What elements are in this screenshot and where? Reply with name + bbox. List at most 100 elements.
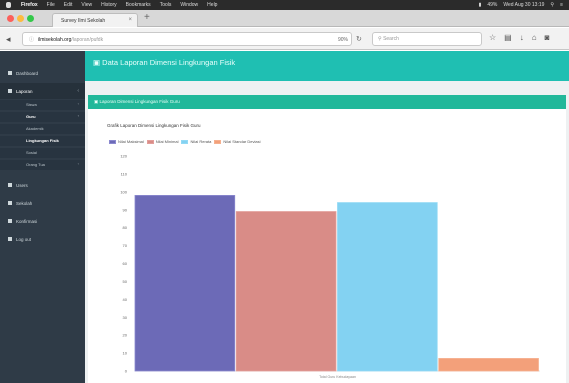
- logout-icon: [8, 237, 12, 241]
- submenu-item-guru[interactable]: Guru ‹: [0, 112, 85, 122]
- maximize-window-button[interactable]: [27, 15, 34, 22]
- y-tick-label: 80: [123, 225, 128, 230]
- home-icon[interactable]: ⌂: [532, 33, 537, 42]
- pocket-icon[interactable]: ◙: [545, 33, 550, 42]
- legend-swatch: [109, 139, 116, 144]
- search-input[interactable]: ⚲ Search: [372, 32, 482, 46]
- y-tick-label: 90: [123, 207, 128, 212]
- sidebar-item-konfirmasi[interactable]: Konfirmasi: [0, 213, 85, 229]
- submenu-item-siswa[interactable]: Siswa ‹: [0, 100, 85, 110]
- panel-header: ▣ Laporan Dimensi Lingkungan Fisik Guru: [88, 95, 566, 109]
- minimize-window-button[interactable]: [17, 15, 24, 22]
- chart-legend: Nilai Maksimal Nilai Minimal Nilai Rerat…: [109, 139, 261, 144]
- url-bar[interactable]: ⓘ ilmisekolah.org/laporan/pufdk: [22, 32, 352, 46]
- legend-label: Nilai Standar Deviasi: [223, 139, 261, 144]
- sidebar-item-logout[interactable]: Log out: [0, 231, 85, 247]
- sidebar-item-label: Users: [16, 183, 28, 188]
- bookmark-star-icon[interactable]: ☆: [489, 33, 496, 42]
- legend-item[interactable]: Nilai Rerata: [181, 139, 211, 144]
- menu-toggle-icon[interactable]: ▣: [93, 58, 102, 67]
- menu-view[interactable]: View: [81, 2, 92, 8]
- chevron-down-icon: ‹: [77, 88, 79, 94]
- sidebar-item-label: Dashboard: [16, 71, 39, 76]
- legend-label: Nilai Minimal: [155, 139, 179, 144]
- menu-list-icon[interactable]: ≡: [560, 2, 563, 8]
- browser-tab[interactable]: Survey Ilmi Sekolah ×: [52, 13, 138, 27]
- submenu-item-orang-tua[interactable]: Orang Tua ‹: [0, 160, 85, 170]
- url-host: ilmisekolah.org: [38, 37, 72, 43]
- page-title: ▣ Data Laporan Dimensi Lingkungan Fisik: [93, 58, 235, 67]
- menu-edit[interactable]: Edit: [64, 2, 73, 8]
- download-icon[interactable]: ↓: [520, 33, 524, 42]
- submenu-item-akademik[interactable]: Akademik: [0, 124, 85, 134]
- reading-list-icon[interactable]: ▤: [504, 33, 512, 42]
- y-tick-label: 0: [125, 369, 128, 374]
- submenu-label: Siswa: [26, 102, 37, 107]
- menu-window[interactable]: Window: [180, 2, 198, 8]
- menu-history[interactable]: History: [101, 2, 117, 8]
- new-tab-icon[interactable]: +: [144, 13, 150, 23]
- x-axis-label: Total Guru Kebudayaan: [319, 375, 356, 379]
- sidebar-item-users[interactable]: Users: [0, 177, 85, 193]
- y-tick-label: 70: [123, 243, 128, 248]
- check-icon: [8, 219, 12, 223]
- reload-icon[interactable]: ↻: [356, 35, 362, 43]
- sidebar-item-label: Laporan: [16, 89, 33, 94]
- submenu-label: Orang Tua: [26, 162, 45, 167]
- bar-nilai-standar-deviasi[interactable]: [438, 358, 539, 372]
- dashboard-icon: [8, 71, 12, 75]
- sidebar-item-laporan[interactable]: Laporan ‹: [0, 83, 85, 99]
- y-tick-label: 20: [123, 333, 128, 338]
- sidebar-item-label: Sekolah: [16, 201, 33, 206]
- legend-item[interactable]: Nilai Minimal: [146, 139, 179, 144]
- submenu-item-lingkungan-fisik[interactable]: Lingkungan Fisik: [0, 136, 85, 146]
- legend-swatch: [146, 139, 154, 144]
- url-path: /laporan/pufdk: [71, 37, 104, 43]
- legend-item[interactable]: Nilai Maksimal: [109, 139, 144, 144]
- battery-percent: 49%: [487, 2, 498, 8]
- menu-help[interactable]: Help: [207, 2, 217, 8]
- tab-title: Survey Ilmi Sekolah: [61, 18, 106, 24]
- submenu-label: Akademik: [26, 126, 44, 131]
- y-tick-label: 50: [123, 279, 128, 284]
- users-icon: [8, 183, 12, 187]
- tab-bar: Survey Ilmi Sekolah × +: [0, 10, 569, 27]
- y-tick-label: 120: [120, 154, 127, 159]
- legend-swatch: [214, 139, 222, 144]
- menu-file[interactable]: File: [47, 2, 55, 8]
- y-tick-label: 110: [121, 171, 128, 176]
- bar-nilai-minimal[interactable]: [235, 211, 337, 372]
- status-area: ▮ 49% Wed Aug 30 13:19 ⚲ ≡: [479, 2, 563, 8]
- sidebar-item-label: Log out: [16, 237, 32, 242]
- submenu-label: Sosial: [26, 150, 37, 155]
- battery-icon[interactable]: ▮: [479, 2, 482, 8]
- chevron-left-icon: ‹: [77, 101, 79, 106]
- bar-nilai-maksimal[interactable]: [134, 195, 236, 372]
- system-menubar: Firefox File Edit View History Bookmarks…: [0, 0, 569, 10]
- close-window-button[interactable]: [7, 15, 14, 22]
- search-placeholder: Search: [383, 36, 399, 42]
- close-tab-icon[interactable]: ×: [128, 17, 132, 23]
- submenu-label: Lingkungan Fisik: [26, 138, 59, 143]
- page-header: ▣ Data Laporan Dimensi Lingkungan Fisik: [85, 51, 569, 81]
- menu-app[interactable]: Firefox: [21, 2, 38, 8]
- back-arrow-icon[interactable]: ◂: [6, 33, 11, 45]
- legend-item[interactable]: Nilai Standar Deviasi: [214, 139, 261, 144]
- chart-title: Grafik Laporan Dimensi Lingkungan Fisik …: [107, 123, 201, 128]
- submenu-item-sosial[interactable]: Sosial: [0, 148, 85, 158]
- sidebar-item-dashboard[interactable]: Dashboard: [0, 65, 85, 81]
- sidebar-item-sekolah[interactable]: Sekolah: [0, 195, 85, 211]
- menubar-clock[interactable]: Wed Aug 30 13:19: [503, 2, 544, 8]
- y-tick-label: 10: [123, 351, 128, 356]
- menu-tools[interactable]: Tools: [160, 2, 172, 8]
- search-icon[interactable]: ⚲: [550, 2, 554, 8]
- bar-nilai-rerata[interactable]: [337, 202, 438, 372]
- zoom-level[interactable]: 90%: [338, 37, 348, 43]
- sidebar: Dashboard Laporan ‹ Siswa ‹ Guru ‹ Akademi…: [0, 51, 85, 383]
- apple-icon[interactable]: [6, 2, 11, 8]
- legend-label: Nilai Rerata: [190, 139, 212, 144]
- y-tick-label: 60: [123, 261, 128, 266]
- site-info-icon[interactable]: ⓘ: [29, 37, 34, 43]
- menu-bookmarks[interactable]: Bookmarks: [126, 2, 151, 8]
- chevron-down-icon: ‹: [77, 113, 79, 118]
